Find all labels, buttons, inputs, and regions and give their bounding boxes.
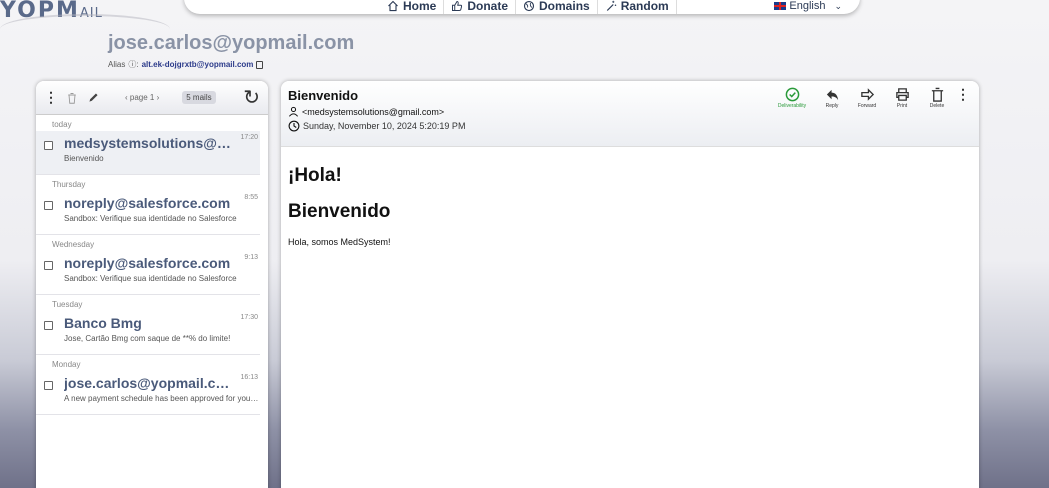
print-button[interactable]: Print [887,87,917,109]
pager[interactable]: ‹ page 1 › [125,93,159,102]
yopmail-logo[interactable]: YOPMAIL [0,0,103,28]
list-toolbar: ⋮ ‹ page 1 › 5 mails ↻ [36,81,268,115]
select-checkbox[interactable] [44,261,53,270]
delete-label: Delete [929,103,945,109]
mail-date: Sunday, November 10, 2024 5:20:19 PM [303,121,466,131]
alias-row: Alias ⓘ: alt.ek-dojgrxtb@yopmail.com [108,59,264,70]
more-actions-icon[interactable]: ⋮ [956,87,970,101]
mail-date-row: Sunday, November 10, 2024 5:20:19 PM [288,120,979,132]
mail-sender: jose.carlos@yopmail.com [64,375,234,391]
mail-list-panel: ⋮ ‹ page 1 › 5 mails ↻ today medsystemsol… [36,81,268,488]
mail-list-item[interactable]: noreply@salesforce.com 8:55 Sandbox: Verif… [36,191,260,235]
mail-subject-preview: Bienvenido [64,154,104,163]
more-options-icon[interactable]: ⋮ [44,89,58,105]
mail-sender: noreply@salesforce.com [64,255,231,271]
forward-label: Forward [857,103,877,109]
mail-list-item[interactable]: Banco Bmg 17:30 Jose, Cartão Bmg com saque… [36,311,260,355]
deliverability-button[interactable]: Deliverability [772,87,812,109]
chevron-down-icon: ⌄ [834,0,842,11]
mail-subject-preview: A new payment schedule has been approved… [64,394,259,403]
day-separator: Tuesday [52,300,83,309]
day-separator: Monday [52,360,81,369]
mail-time: 9:13 [244,254,258,261]
thumbs-up-icon [452,1,463,11]
select-checkbox[interactable] [44,141,53,150]
mail-sender: noreply@salesforce.com [64,195,231,211]
delete-button[interactable]: Delete [922,87,952,109]
compose-icon[interactable] [86,91,100,105]
alias-address: alt.ek-dojgrxtb@yopmail.com [141,60,254,69]
mail-list-item[interactable]: noreply@salesforce.com 9:13 Sandbox: Verif… [36,251,260,295]
info-icon[interactable]: ⓘ: [128,59,138,70]
top-nav-bar: Home Donate Domains Random English ⌄ [184,0,860,14]
refresh-icon[interactable]: ↻ [243,88,260,108]
uk-flag-icon [774,2,787,10]
mail-from: <medsystemsolutions@gmail.com> [302,106,445,117]
trash-icon[interactable] [65,91,79,105]
mail-heading: Bienvenido [288,201,391,222]
mail-text: Hola, somos MedSystem! [288,237,391,247]
inbox-email-title: jose.carlos@yopmail.com [108,32,355,54]
home-icon [388,0,398,12]
print-icon [895,88,909,101]
mail-time: 8:55 [244,194,258,201]
mail-sender: Banco Bmg [64,315,142,331]
mail-actions: Deliverability Reply Forward Print Delet… [772,87,970,109]
mail-greeting: ¡Hola! [288,165,342,186]
forward-button[interactable]: Forward [852,87,882,109]
check-shield-icon [785,87,799,102]
nav-random-button[interactable]: Random [598,0,677,14]
alias-label: Alias [108,60,126,69]
mail-time: 17:20 [240,134,258,141]
select-checkbox[interactable] [44,201,53,210]
globe-icon [523,0,535,12]
print-label: Print [896,103,908,109]
mail-body: ¡Hola! Bienvenido Hola, somos MedSystem! [281,147,979,265]
mail-subject-preview: Jose, Cartão Bmg com saque de **% do lim… [64,334,231,343]
nav-donate-label: Donate [467,0,509,13]
day-separator: today [52,120,72,129]
reply-label: Reply [825,103,839,109]
mail-groups: today medsystemsolutions@gmail.com 17:20 Bi… [36,115,268,415]
nav-home-label: Home [403,0,437,13]
mail-list-item[interactable]: medsystemsolutions@gmail.com 17:20 Bienven… [36,131,260,175]
reply-button[interactable]: Reply [817,87,847,109]
mail-count-badge: 5 mails [182,91,216,104]
reply-icon [826,89,838,101]
delete-icon [931,87,943,102]
language-select[interactable]: English ⌄ [774,0,842,12]
clock-icon [288,120,300,132]
language-label: English [789,0,826,12]
mail-sender: medsystemsolutions@gmail.com [64,135,234,151]
select-checkbox[interactable] [44,321,53,330]
day-separator: Thursday [52,180,86,189]
mail-time: 16:13 [240,374,258,381]
person-icon [288,106,299,117]
deliverability-label: Deliverability [777,103,807,109]
mail-header: Bienvenido <medsystemsolutions@gmail.com… [281,81,979,147]
magic-wand-icon [606,0,616,11]
select-checkbox[interactable] [44,381,53,390]
nav-domains-button[interactable]: Domains [516,0,598,14]
nav-donate-button[interactable]: Donate [444,0,517,14]
mail-view-panel: Bienvenido <medsystemsolutions@gmail.com… [281,81,979,488]
mail-time: 17:30 [240,314,258,321]
nav-random-label: Random [620,0,669,13]
mail-subject-preview: Sandbox: Verifique sua identidade no Sal… [64,274,237,283]
forward-icon [860,88,874,101]
nav-domains-label: Domains [539,0,590,13]
mail-list-item[interactable]: jose.carlos@yopmail.com 16:13 A new paymen… [36,371,260,415]
day-separator: Wednesday [52,240,95,249]
mail-subject-preview: Sandbox: Verifique sua identidade no Sal… [64,214,237,223]
copy-icon[interactable] [256,60,264,69]
nav-home-button[interactable]: Home [380,0,445,14]
